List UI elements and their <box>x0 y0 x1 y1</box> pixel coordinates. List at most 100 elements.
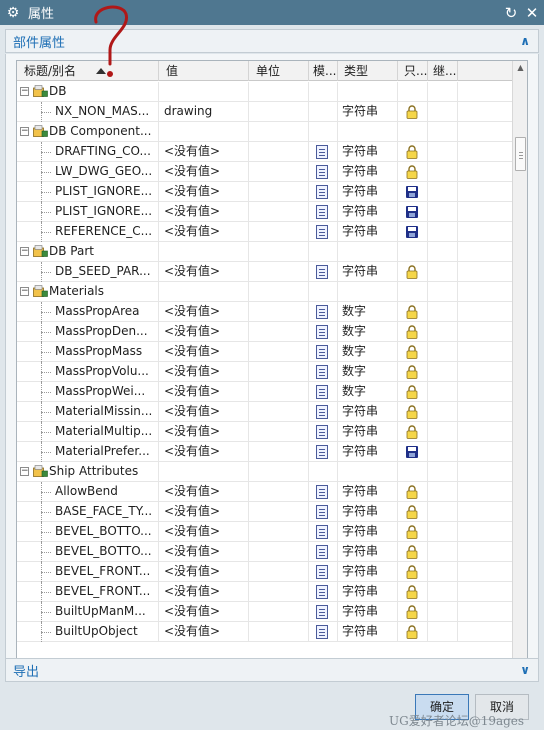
cell-unit <box>249 442 309 462</box>
cell-readonly <box>398 142 428 162</box>
cell-inherit <box>428 162 458 182</box>
attribute-name: NX_NON_MAS... <box>55 104 150 118</box>
cell-type: 字符串 <box>338 402 398 422</box>
cell-name: PLIST_IGNORE... <box>17 182 159 202</box>
attribute-name: BASE_FACE_TY... <box>55 504 153 518</box>
table-row[interactable]: MaterialPrefer... <没有值> 字符串 <box>17 442 513 462</box>
table-row[interactable]: PLIST_IGNORE... <没有值> 字符串 <box>17 202 513 222</box>
section-export[interactable]: 导出 ∨ <box>5 658 539 682</box>
table-row[interactable]: REFERENCE_C... <没有值> 字符串 <box>17 222 513 242</box>
group-row[interactable]: − DB Component... <box>17 122 513 142</box>
group-row[interactable]: − Materials <box>17 282 513 302</box>
chevron-up-icon[interactable]: ∧ <box>520 34 530 48</box>
tree-connector <box>41 512 51 513</box>
table-row[interactable]: PLIST_IGNORE... <没有值> 字符串 <box>17 182 513 202</box>
cell-unit <box>249 402 309 422</box>
cell-unit <box>249 222 309 242</box>
collapse-toggle-icon[interactable]: − <box>20 467 29 476</box>
cell-value: <没有值> <box>159 362 249 382</box>
table-row[interactable]: MassPropVolu... <没有值> 数字 <box>17 362 513 382</box>
table-row[interactable]: BuiltUpManM... <没有值> 字符串 <box>17 602 513 622</box>
cell-readonly <box>398 502 428 522</box>
table-row[interactable]: MaterialMissin... <没有值> 字符串 <box>17 402 513 422</box>
table-row[interactable]: MassPropArea <没有值> 数字 <box>17 302 513 322</box>
gear-icon[interactable]: ⚙ <box>2 5 24 21</box>
header-type[interactable]: 类型 <box>338 61 398 81</box>
cell-value: <没有值> <box>159 382 249 402</box>
header-readonly[interactable]: 只... <box>398 61 428 81</box>
cell-type: 数字 <box>338 322 398 342</box>
cell-inherit <box>428 382 458 402</box>
table-row[interactable]: MaterialMultip... <没有值> 字符串 <box>17 422 513 442</box>
cell-readonly <box>398 522 428 542</box>
table-row[interactable]: BuiltUpObject <没有值> 字符串 <box>17 622 513 642</box>
header-modifiable[interactable]: 模... <box>309 61 338 81</box>
attribute-name: MassPropDen... <box>55 324 148 338</box>
cell-name: − Materials <box>17 282 159 302</box>
cell-value <box>159 82 249 102</box>
cell-name: MassPropDen... <box>17 322 159 342</box>
cell-unit <box>249 242 309 262</box>
cell-type: 字符串 <box>338 142 398 162</box>
header-inherit[interactable]: 继... <box>428 61 458 81</box>
cell-modifiable <box>309 222 338 242</box>
cell-modifiable <box>309 402 338 422</box>
cell-value <box>159 122 249 142</box>
table-row[interactable]: MassPropMass <没有值> 数字 <box>17 342 513 362</box>
document-icon <box>316 565 328 579</box>
tree-connector <box>41 632 51 633</box>
table-row[interactable]: DRAFTING_CO... <没有值> 字符串 <box>17 142 513 162</box>
cell-unit <box>249 482 309 502</box>
table-row[interactable]: BEVEL_FRONT... <没有值> 字符串 <box>17 582 513 602</box>
cell-unit <box>249 522 309 542</box>
reset-icon[interactable]: ↻ <box>502 4 520 22</box>
chevron-down-icon[interactable]: ∨ <box>520 663 530 677</box>
table-row[interactable]: MassPropDen... <没有值> 数字 <box>17 322 513 342</box>
cell-unit <box>249 422 309 442</box>
attribute-name: REFERENCE_C... <box>55 224 153 238</box>
header-value[interactable]: 值 <box>159 61 249 81</box>
document-icon <box>316 325 328 339</box>
cell-modifiable <box>309 302 338 322</box>
group-row[interactable]: − DB <box>17 82 513 102</box>
collapse-toggle-icon[interactable]: − <box>20 127 29 136</box>
group-row[interactable]: − Ship Attributes <box>17 462 513 482</box>
tree-connector <box>41 152 51 153</box>
cell-type: 数字 <box>338 382 398 402</box>
cell-inherit <box>428 302 458 322</box>
cell-name: MassPropWei... <box>17 382 159 402</box>
cell-inherit <box>428 602 458 622</box>
attribute-name: MaterialMissin... <box>55 404 153 418</box>
table-row[interactable]: LW_DWG_GEO... <没有值> 字符串 <box>17 162 513 182</box>
collapse-toggle-icon[interactable]: − <box>20 247 29 256</box>
tree-connector <box>41 452 51 453</box>
table-row[interactable]: BEVEL_BOTTO... <没有值> 字符串 <box>17 542 513 562</box>
cell-value: drawing <box>159 102 249 122</box>
table-row[interactable]: DB_SEED_PAR... <没有值> 字符串 <box>17 262 513 282</box>
cell-inherit <box>428 482 458 502</box>
scroll-thumb[interactable] <box>515 137 526 171</box>
cell-value: <没有值> <box>159 322 249 342</box>
attribute-name: AllowBend <box>55 484 118 498</box>
table-row[interactable]: BASE_FACE_TY... <没有值> 字符串 <box>17 502 513 522</box>
header-unit[interactable]: 单位 <box>249 61 309 81</box>
table-row[interactable]: MassPropWei... <没有值> 数字 <box>17 382 513 402</box>
cell-name: LW_DWG_GEO... <box>17 162 159 182</box>
cell-type: 字符串 <box>338 202 398 222</box>
close-icon[interactable]: ✕ <box>523 4 541 22</box>
table-row[interactable]: NX_NON_MAS... drawing 字符串 <box>17 102 513 122</box>
section-parts-attributes[interactable]: 部件属性 ∧ <box>5 29 539 53</box>
cell-unit <box>249 202 309 222</box>
table-row[interactable]: BEVEL_FRONT... <没有值> 字符串 <box>17 562 513 582</box>
table-row[interactable]: AllowBend <没有值> 字符串 <box>17 482 513 502</box>
vertical-scrollbar[interactable]: ▲ ▼ <box>512 61 527 670</box>
tree-connector <box>41 312 51 313</box>
collapse-toggle-icon[interactable]: − <box>20 87 29 96</box>
cell-value: <没有值> <box>159 142 249 162</box>
cell-value: <没有值> <box>159 602 249 622</box>
collapse-toggle-icon[interactable]: − <box>20 287 29 296</box>
cell-value: <没有值> <box>159 562 249 582</box>
group-row[interactable]: − DB Part <box>17 242 513 262</box>
scroll-up-arrow-icon[interactable]: ▲ <box>513 61 527 75</box>
table-row[interactable]: BEVEL_BOTTO... <没有值> 字符串 <box>17 522 513 542</box>
